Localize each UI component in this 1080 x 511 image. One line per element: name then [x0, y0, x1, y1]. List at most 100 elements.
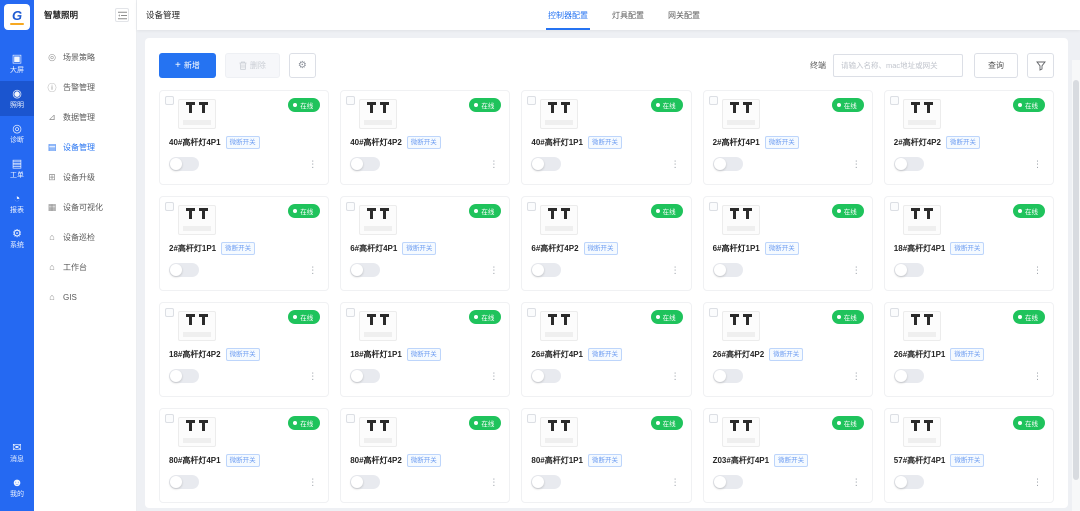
device-checkbox[interactable]: [165, 96, 174, 105]
sidebar-menu-item[interactable]: ⓘ 告警管理: [34, 72, 136, 102]
rail-nav-item[interactable]: ◔ 报表: [0, 186, 34, 221]
filter-button[interactable]: [1027, 53, 1054, 78]
rail-nav-item[interactable]: ◉ 照明: [0, 81, 34, 116]
device-checkbox[interactable]: [709, 202, 718, 211]
sidebar-menu-item[interactable]: ⊿ 数据管理: [34, 102, 136, 132]
more-actions-icon[interactable]: ⋮: [852, 478, 861, 487]
power-toggle[interactable]: [894, 475, 924, 489]
more-actions-icon[interactable]: ⋮: [308, 478, 317, 487]
device-checkbox[interactable]: [527, 308, 536, 317]
more-actions-icon[interactable]: ⋮: [852, 266, 861, 275]
more-actions-icon[interactable]: ⋮: [489, 266, 498, 275]
query-button[interactable]: 查询: [974, 53, 1018, 78]
device-checkbox[interactable]: [165, 202, 174, 211]
more-actions-icon[interactable]: ⋮: [1033, 478, 1042, 487]
more-actions-icon[interactable]: ⋮: [671, 478, 680, 487]
more-actions-icon[interactable]: ⋮: [671, 266, 680, 275]
more-actions-icon[interactable]: ⋮: [1033, 160, 1042, 169]
power-toggle[interactable]: [531, 263, 561, 277]
menu-collapse-button[interactable]: [115, 8, 129, 22]
more-actions-icon[interactable]: ⋮: [489, 478, 498, 487]
power-toggle[interactable]: [713, 263, 743, 277]
device-name-row: 26#高杆灯1P1 微断开关: [894, 348, 1044, 361]
rail-bottom-item[interactable]: ☻ 我的: [0, 470, 34, 505]
device-checkbox[interactable]: [346, 202, 355, 211]
more-actions-icon[interactable]: ⋮: [489, 160, 498, 169]
rail-bottom-item[interactable]: ✉ 消息: [0, 435, 34, 470]
more-actions-icon[interactable]: ⋮: [852, 372, 861, 381]
device-checkbox[interactable]: [346, 96, 355, 105]
more-actions-icon[interactable]: ⋮: [308, 372, 317, 381]
terminal-search-input[interactable]: [833, 54, 963, 77]
config-tab[interactable]: 网关配置: [668, 0, 700, 30]
power-toggle[interactable]: [713, 157, 743, 171]
power-toggle[interactable]: [894, 157, 924, 171]
more-actions-icon[interactable]: ⋮: [308, 266, 317, 275]
app-logo[interactable]: G: [4, 4, 30, 30]
status-badge: 在线: [1013, 416, 1045, 430]
power-toggle[interactable]: [531, 157, 561, 171]
more-actions-icon[interactable]: ⋮: [671, 160, 680, 169]
rail-item-label: 大屏: [10, 67, 24, 75]
config-tab[interactable]: 灯具配置: [612, 0, 644, 30]
power-toggle[interactable]: [169, 369, 199, 383]
power-toggle[interactable]: [713, 369, 743, 383]
status-badge-label: 在线: [663, 100, 676, 110]
rail-nav-item[interactable]: ▣ 大屏: [0, 46, 34, 81]
power-toggle[interactable]: [169, 157, 199, 171]
device-checkbox[interactable]: [709, 96, 718, 105]
more-actions-icon[interactable]: ⋮: [489, 372, 498, 381]
status-badge-label: 在线: [844, 312, 857, 322]
device-terminal-icon: [380, 314, 389, 325]
device-card: 在线 18#高杆灯4P1 微断开关: [884, 196, 1054, 291]
rail-nav-item[interactable]: ◎ 诊断: [0, 116, 34, 151]
device-checkbox[interactable]: [709, 308, 718, 317]
sidebar-menu-item[interactable]: ⌂ GIS: [34, 282, 136, 312]
more-actions-icon[interactable]: ⋮: [1033, 372, 1042, 381]
plus-icon: +: [175, 60, 181, 71]
power-toggle[interactable]: [713, 475, 743, 489]
more-actions-icon[interactable]: ⋮: [852, 160, 861, 169]
power-toggle[interactable]: [169, 475, 199, 489]
power-toggle[interactable]: [531, 369, 561, 383]
sidebar-menu-item[interactable]: ▦ 设备可视化: [34, 192, 136, 222]
power-toggle[interactable]: [350, 157, 380, 171]
device-checkbox[interactable]: [527, 202, 536, 211]
sidebar-menu-item[interactable]: ⌂ 设备巡检: [34, 222, 136, 252]
power-toggle[interactable]: [894, 263, 924, 277]
power-toggle[interactable]: [169, 263, 199, 277]
more-actions-icon[interactable]: ⋮: [308, 160, 317, 169]
sidebar-menu-item[interactable]: ▤ 设备管理: [34, 132, 136, 162]
device-checkbox[interactable]: [527, 96, 536, 105]
settings-button[interactable]: ⚙: [289, 53, 316, 78]
config-tab[interactable]: 控制器配置: [548, 0, 588, 30]
sidebar-menu-item[interactable]: ◎ 场景策略: [34, 42, 136, 72]
device-base: [727, 226, 755, 231]
power-toggle[interactable]: [531, 475, 561, 489]
device-checkbox[interactable]: [165, 308, 174, 317]
more-actions-icon[interactable]: ⋮: [1033, 266, 1042, 275]
power-toggle[interactable]: [350, 475, 380, 489]
power-toggle[interactable]: [350, 263, 380, 277]
device-checkbox[interactable]: [346, 308, 355, 317]
device-checkbox[interactable]: [890, 308, 899, 317]
device-checkbox[interactable]: [165, 414, 174, 423]
add-button[interactable]: + 新增: [159, 53, 216, 78]
power-toggle[interactable]: [894, 369, 924, 383]
status-badge-label: 在线: [663, 206, 676, 216]
sidebar-menu-item[interactable]: ⊞ 设备升级: [34, 162, 136, 192]
more-actions-icon[interactable]: ⋮: [671, 372, 680, 381]
delete-button[interactable]: 删除: [225, 53, 280, 78]
rail-nav-item[interactable]: ▤ 工单: [0, 151, 34, 186]
rail-nav-item[interactable]: ⚙ 系统: [0, 221, 34, 256]
device-checkbox[interactable]: [890, 96, 899, 105]
scrollbar-thumb[interactable]: [1073, 80, 1079, 480]
device-checkbox[interactable]: [890, 414, 899, 423]
sidebar-menu-item[interactable]: ⌂ 工作台: [34, 252, 136, 282]
device-checkbox[interactable]: [709, 414, 718, 423]
device-terminal-icon: [561, 314, 570, 325]
device-checkbox[interactable]: [346, 414, 355, 423]
device-checkbox[interactable]: [527, 414, 536, 423]
power-toggle[interactable]: [350, 369, 380, 383]
device-checkbox[interactable]: [890, 202, 899, 211]
